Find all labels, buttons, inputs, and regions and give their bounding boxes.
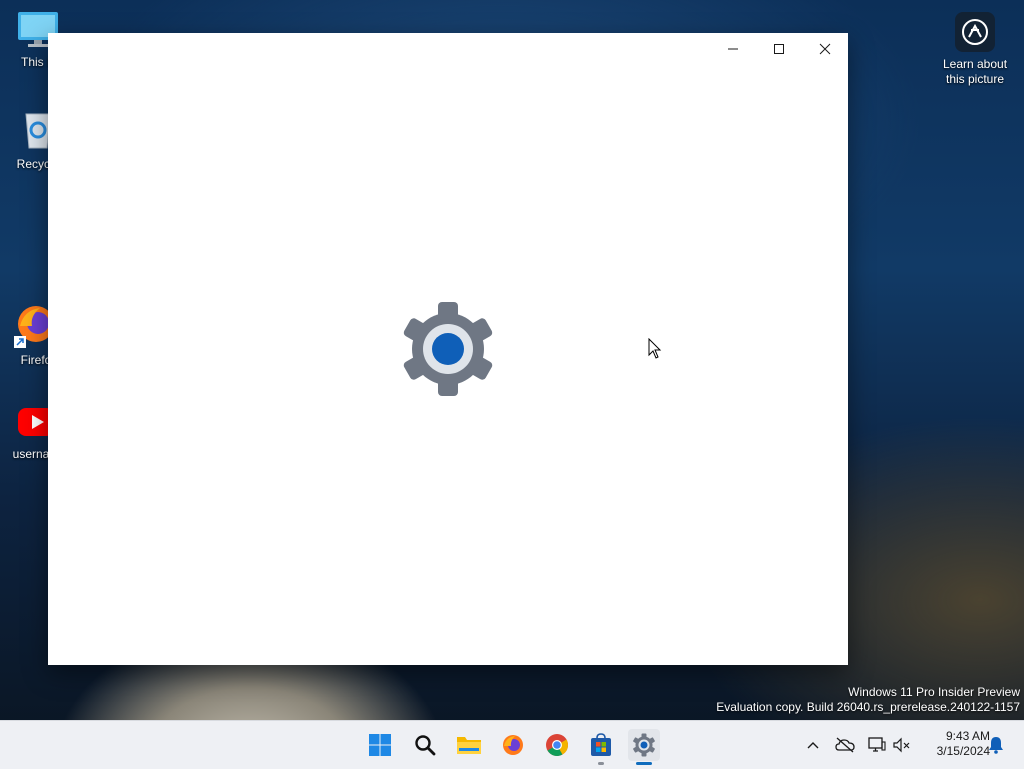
search-icon xyxy=(415,735,436,756)
search-button[interactable] xyxy=(409,729,441,761)
volume-muted-icon xyxy=(893,737,910,753)
firefox-taskbar-button[interactable] xyxy=(497,729,529,761)
minimize-icon xyxy=(728,48,738,50)
onedrive-off-icon xyxy=(835,737,855,753)
settings-taskbar-button[interactable] xyxy=(628,729,660,765)
camera-info-icon xyxy=(955,12,995,52)
running-indicator xyxy=(598,762,604,765)
minimize-button[interactable] xyxy=(710,33,756,65)
watermark-line2: Evaluation copy. Build 26040.rs_prerelea… xyxy=(716,700,1020,714)
mouse-cursor-icon xyxy=(648,337,662,365)
watermark-line1: Windows 11 Pro Insider Preview xyxy=(848,685,1020,699)
active-indicator xyxy=(636,762,652,765)
close-button[interactable] xyxy=(802,33,848,65)
folder-icon xyxy=(457,737,481,754)
chrome-icon xyxy=(546,734,568,756)
settings-gear-icon xyxy=(633,733,655,757)
volume-tray-button[interactable] xyxy=(892,735,912,755)
windows-start-icon xyxy=(369,734,391,756)
start-button[interactable] xyxy=(364,729,396,761)
settings-window[interactable] xyxy=(48,33,848,665)
close-icon xyxy=(819,43,831,55)
bell-icon xyxy=(989,737,1003,754)
clock-date: 3/15/2024 xyxy=(936,744,990,758)
taskbar: 9:43 AM 3/15/2024 xyxy=(0,720,1024,769)
clock[interactable]: 9:43 AM 3/15/2024 xyxy=(918,729,990,759)
file-explorer-button[interactable] xyxy=(453,729,485,761)
learn-about-line2: this picture xyxy=(945,72,1005,86)
learn-about-line1: Learn about xyxy=(942,57,1008,71)
firefox-icon xyxy=(503,735,523,755)
shortcut-arrow-icon xyxy=(14,336,26,348)
show-hidden-icons-button[interactable] xyxy=(803,735,823,755)
clock-time: 9:43 AM xyxy=(945,729,990,743)
onedrive-tray-button[interactable] xyxy=(835,735,855,755)
chevron-up-icon xyxy=(807,742,819,749)
maximize-button[interactable] xyxy=(756,33,802,65)
settings-gear-icon xyxy=(398,301,498,397)
chrome-taskbar-button[interactable] xyxy=(541,729,573,761)
store-taskbar-button[interactable] xyxy=(585,729,617,765)
notifications-button[interactable] xyxy=(986,735,1006,755)
network-icon xyxy=(868,737,886,752)
learn-about-picture[interactable]: Learn about this picture xyxy=(936,12,1014,87)
store-icon xyxy=(591,733,611,756)
evaluation-watermark: Windows 11 Pro Insider Preview Evaluatio… xyxy=(716,685,1020,715)
maximize-icon xyxy=(774,44,784,54)
network-tray-button[interactable] xyxy=(867,735,887,755)
